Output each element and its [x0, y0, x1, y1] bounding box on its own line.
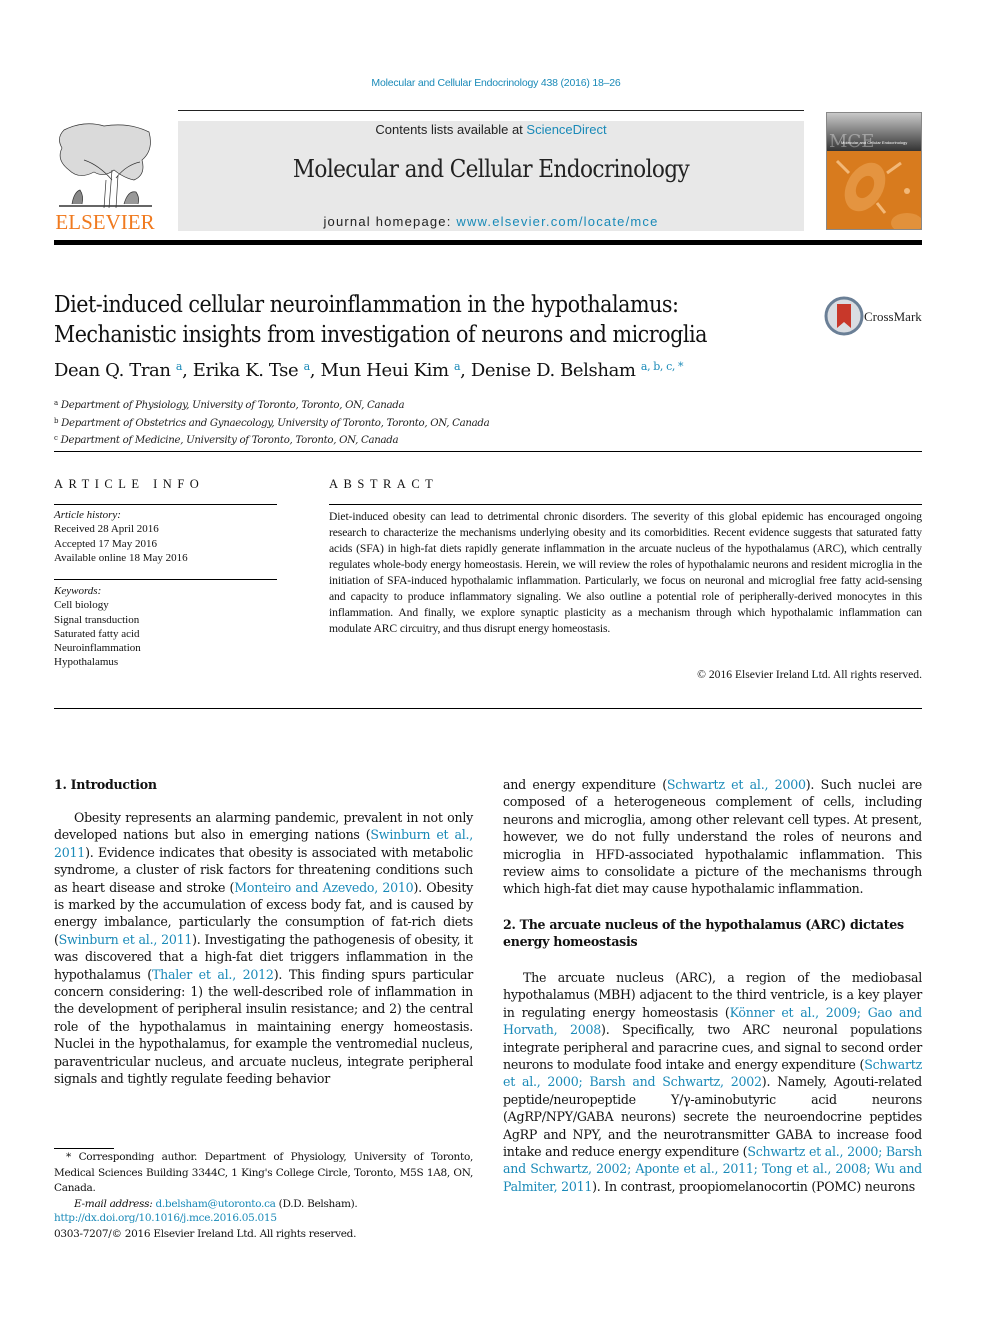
doi-block: http://dx.doi.org/10.1016/j.mce.2016.05.…	[54, 1211, 356, 1242]
keyword: Hypothalamus	[54, 656, 119, 669]
author-name[interactable]: Erika K. Tse	[193, 360, 299, 381]
article-info-rule	[54, 504, 277, 505]
keyword: Neuroinflammation	[54, 642, 141, 655]
affil-text: Department of Physiology, University of …	[60, 400, 405, 411]
author-list: Dean Q. Tran a, Erika K. Tse a, Mun Heui…	[54, 360, 684, 381]
elsevier-wordmark: ELSEVIER	[55, 210, 155, 234]
title-line-1: Diet-induced cellular neuroinflammation …	[54, 292, 679, 318]
keyword: Signal transduction	[54, 613, 140, 626]
homepage-line: journal homepage: www.elsevier.com/locat…	[178, 214, 804, 229]
citation-link[interactable]: Schwartz et al., 2000	[667, 777, 806, 792]
article-history: Article history: Received 28 April 2016 …	[54, 508, 188, 565]
keywords: Keywords: Cell biology Signal transducti…	[54, 584, 141, 670]
sciencedirect-link[interactable]: ScienceDirect	[526, 122, 606, 137]
email-label: E-mail address:	[74, 1197, 156, 1210]
footnote-rule	[54, 1148, 114, 1149]
paragraph: The arcuate nucleus (ARC), a region of t…	[503, 969, 922, 1195]
body-column-right-bottom: The arcuate nucleus (ARC), a region of t…	[503, 969, 922, 1195]
crossmark-label[interactable]: CrossMark	[864, 309, 922, 325]
abstract-text: Diet-induced obesity can lead to detrime…	[329, 510, 922, 635]
affil-text: Department of Obstetrics and Gynaecology…	[61, 417, 490, 429]
affil-sup: b	[54, 416, 59, 425]
corresponding-text: * Corresponding author. Department of Ph…	[54, 1151, 473, 1194]
section-1-heading: 1. Introduction	[54, 777, 157, 792]
author-name[interactable]: Denise D. Belsham	[471, 360, 636, 381]
email-suffix: (D.D. Belsham).	[275, 1197, 358, 1210]
abstract-heading: ABSTRACT	[329, 477, 439, 491]
affil-text: Department of Medicine, University of To…	[60, 435, 399, 446]
crossmark-icon	[824, 296, 864, 336]
citation-link[interactable]: Monteiro and Azevedo, 2010	[234, 880, 413, 895]
corresponding-author-footnote: * Corresponding author. Department of Ph…	[54, 1150, 473, 1212]
affiliations: a Department of Physiology, University o…	[54, 396, 490, 449]
header-thick-rule	[54, 240, 922, 245]
section-2-heading: 2. The arcuate nucleus of the hypothalam…	[503, 917, 904, 950]
issn-line: 0303-7207/© 2016 Elsevier Ireland Ltd. A…	[54, 1227, 357, 1240]
journal-citation-link[interactable]: Molecular and Cellular Endocrinology 438…	[0, 77, 992, 89]
contents-line: Contents lists available at ScienceDirec…	[178, 122, 804, 137]
article-info-rule	[54, 579, 277, 580]
article-info-heading: ARTICLE INFO	[54, 477, 205, 491]
doi-link[interactable]: http://dx.doi.org/10.1016/j.mce.2016.05.…	[54, 1211, 356, 1227]
keyword: Saturated fatty acid	[54, 627, 140, 640]
title-block-rule	[54, 451, 922, 452]
journal-cover-image: MCE Molecular and Cellular Endocrinology	[826, 112, 922, 230]
text-run: ). This finding spurs particular concern…	[54, 966, 473, 1087]
history-received: Received 28 April 2016	[54, 523, 159, 536]
contents-prefix: Contents lists available at	[375, 122, 527, 137]
body-column-left: Obesity represents an alarming pandemic,…	[54, 809, 473, 1088]
title-line-2: Mechanistic insights from investigation …	[54, 322, 707, 348]
keyword: Cell biology	[54, 599, 109, 612]
text-run: and energy expenditure (	[503, 777, 667, 792]
header-rule	[178, 110, 804, 111]
homepage-prefix: journal homepage:	[323, 214, 457, 229]
history-online: Available online 18 May 2016	[54, 551, 188, 564]
author-affil-sup[interactable]: a	[304, 360, 311, 373]
body-column-right-top: and energy expenditure (Schwartz et al.,…	[503, 776, 922, 898]
affil-sup: c	[54, 434, 58, 442]
crossmark-button[interactable]	[824, 296, 864, 336]
author-name[interactable]: Mun Heui Kim	[320, 360, 449, 381]
history-accepted: Accepted 17 May 2016	[54, 537, 157, 550]
article-title: Diet-induced cellular neuroinflammation …	[54, 290, 814, 350]
journal-homepage-link[interactable]: www.elsevier.com/locate/mce	[456, 214, 658, 229]
paragraph: Obesity represents an alarming pandemic,…	[54, 809, 473, 1088]
author-affil-sup[interactable]: a	[176, 360, 183, 373]
journal-title: Molecular and Cellular Endocrinology	[292, 155, 690, 183]
author-name[interactable]: Dean Q. Tran	[54, 360, 171, 381]
history-label: Article history:	[54, 509, 121, 521]
author-affil-sup[interactable]: a, b, c, *	[641, 360, 684, 373]
citation-link[interactable]: Swinburn et al., 2011	[59, 932, 193, 947]
affil-sup: a	[54, 399, 58, 407]
abstract-rule	[329, 504, 922, 505]
citation-link[interactable]: Thaler et al., 2012	[152, 967, 274, 982]
text-run: ). Such nuclei are composed of a heterog…	[503, 777, 923, 897]
affiliation: b Department of Obstetrics and Gynaecolo…	[54, 414, 490, 432]
paragraph: and energy expenditure (Schwartz et al.,…	[503, 776, 922, 898]
cover-cell-illustration	[835, 159, 921, 229]
email-line: E-mail address: d.belsham@utoronto.ca (D…	[54, 1197, 473, 1213]
keywords-label: Keywords:	[54, 585, 102, 597]
affiliation: a Department of Physiology, University o…	[54, 396, 489, 414]
abstract-copyright: © 2016 Elsevier Ireland Ltd. All rights …	[697, 668, 922, 681]
text-run: ). In contrast, proopiomelanocortin (POM…	[592, 1178, 915, 1194]
affiliation: c Department of Medicine, University of …	[54, 431, 489, 449]
author-affil-sup[interactable]: a	[454, 360, 461, 373]
front-matter-rule	[54, 708, 922, 709]
email-link[interactable]: d.belsham@utoronto.ca	[155, 1198, 275, 1210]
cover-subtitle: Molecular and Cellular Endocrinology	[841, 140, 908, 145]
